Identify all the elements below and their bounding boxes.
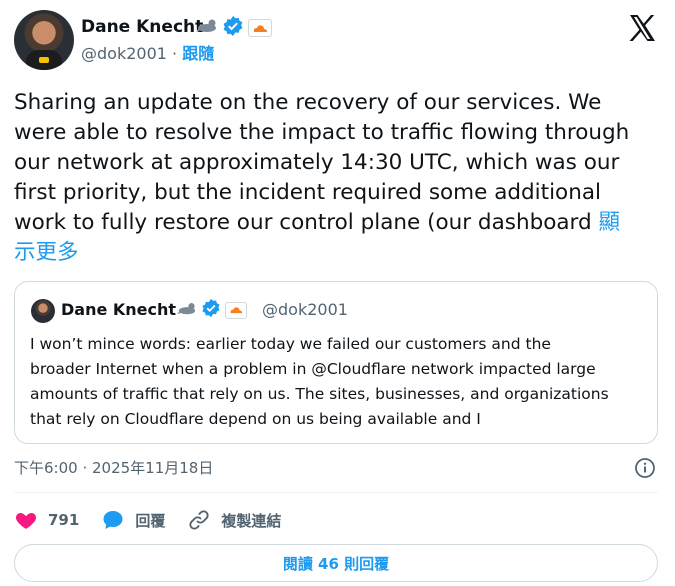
quote-line: I won’t mince words: earlier today we fa… [30,335,551,353]
separator: · [166,44,183,63]
reply-bubble-icon [103,511,123,529]
reply-button[interactable]: 回覆 [101,508,165,532]
info-icon[interactable] [634,457,656,479]
tweet-timestamp[interactable]: 下午6:00 · 2025年11月18日 [14,457,213,479]
seal-emoji-icon [177,299,197,321]
heart-icon [15,513,37,529]
like-count: 791 [48,511,80,529]
quote-line: amounts of traffic that rely on us. The … [30,385,609,403]
tweet-actions: 791 回覆 複製連結 [14,506,303,534]
x-logo-icon[interactable] [626,12,658,44]
author-badges [196,16,272,40]
quote-text: I won’t mince words: earlier today we fa… [30,332,650,432]
link-icon [189,510,209,530]
quote-author-avatar [31,299,55,323]
show-more-link[interactable]: 顯 [599,210,621,235]
author-name[interactable]: Dane Knecht [81,15,203,39]
verified-badge-icon [201,298,221,322]
author-handle[interactable]: @dok2001 [81,44,167,63]
verified-badge-icon [222,15,244,41]
read-replies-button[interactable]: 閱讀 46 則回覆 [14,544,658,582]
quote-author-name: Dane Knecht [61,300,177,319]
tweet-line: first priority, but the incident require… [14,180,601,205]
author-handle-row: @dok2001 · 跟隨 [81,43,214,65]
like-button[interactable]: 791 [14,508,79,532]
quote-line: that rely on Cloudflare depend on us bei… [30,410,481,428]
tweet-line-last: work to fully restore our control plane … [14,208,654,238]
quote-line: broader Internet when a problem in @Clou… [30,360,596,378]
quote-author-badges [177,298,247,322]
author-avatar[interactable] [14,10,74,70]
seal-emoji-icon [196,15,218,41]
tweet-line: our network at approximately 14:30 UTC, … [14,150,620,175]
tweet-line: Sharing an update on the recovery of our… [14,90,602,115]
cloudflare-logo-icon[interactable] [248,19,272,37]
tweet-line: were able to resolve the impact to traff… [14,120,630,145]
follow-button[interactable]: 跟隨 [182,44,214,63]
divider [14,492,658,493]
reply-label: 回覆 [135,511,166,530]
tweet-text: Sharing an update on the recovery of our… [14,88,654,268]
copy-link-label: 複製連結 [221,511,282,530]
cloudflare-logo-icon [225,301,247,319]
tweet-line-text: work to fully restore our control plane … [14,210,599,235]
quoted-tweet[interactable]: Dane Knecht @dok2001 I won’t mince words… [14,281,658,444]
quote-author-handle: @dok2001 [262,300,348,319]
show-more-link-continued[interactable]: 示更多 [14,238,654,268]
copy-link-button[interactable]: 複製連結 [187,508,281,532]
